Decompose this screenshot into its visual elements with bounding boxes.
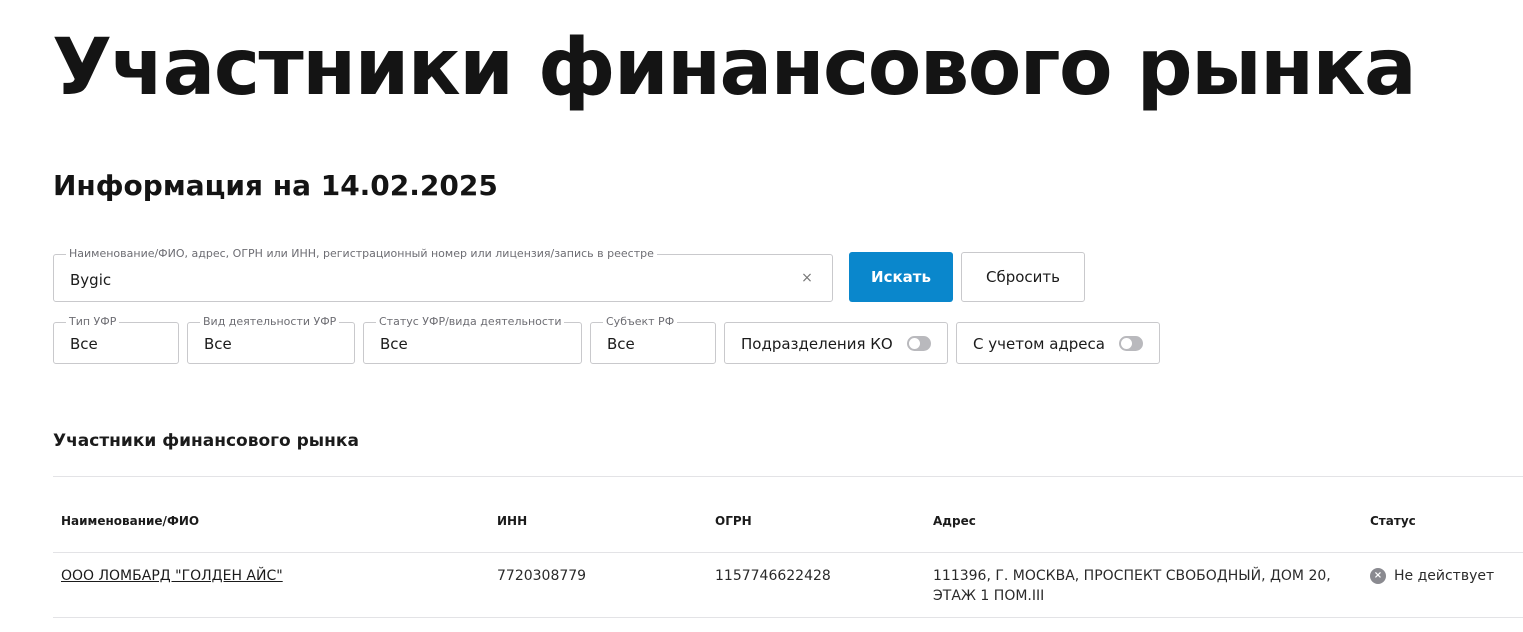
cell-inn: 7720308779: [497, 568, 587, 584]
filter-subject-value[interactable]: Все: [607, 334, 635, 354]
toggle-ko-branches[interactable]: Подразделения КО: [724, 322, 948, 364]
filter-activity-type-value[interactable]: Все: [204, 334, 232, 354]
column-header-name: Наименование/ФИО: [61, 514, 200, 528]
filter-status-value[interactable]: Все: [380, 334, 408, 354]
toggle-knob: [1121, 338, 1132, 349]
status-label: Не действует: [1394, 568, 1495, 584]
clear-icon[interactable]: ×: [800, 269, 814, 287]
status-inactive-icon: ×: [1370, 568, 1386, 584]
page-title: Участники финансового рынка: [52, 23, 1417, 113]
filter-ufr-type-value[interactable]: Все: [70, 334, 98, 354]
toggle-ko-branches-label: Подразделения КО: [741, 335, 893, 353]
search-field[interactable]: Наименование/ФИО, адрес, ОГРН или ИНН, р…: [53, 247, 833, 302]
cell-address: 111396, Г. МОСКВА, ПРОСПЕКТ СВОБОДНЫЙ, Д…: [933, 568, 1331, 604]
filter-ufr-type-label: Тип УФР: [66, 315, 120, 329]
search-input[interactable]: Bygic: [70, 270, 111, 290]
filter-status[interactable]: Статус УФР/вида деятельности Все: [363, 315, 582, 364]
filter-subject-label: Субъект РФ: [603, 315, 678, 329]
search-button[interactable]: Искать: [849, 252, 953, 302]
toggle-switch[interactable]: [907, 336, 931, 351]
filter-activity-type[interactable]: Вид деятельности УФР Все: [187, 315, 355, 364]
toggle-switch[interactable]: [1119, 336, 1143, 351]
filter-ufr-type[interactable]: Тип УФР Все: [53, 315, 179, 364]
column-header-status: Статус: [1370, 514, 1416, 528]
reset-button[interactable]: Сбросить: [961, 252, 1085, 302]
filter-activity-type-label: Вид деятельности УФР: [200, 315, 340, 329]
column-header-inn: ИНН: [497, 514, 528, 528]
search-field-label: Наименование/ФИО, адрес, ОГРН или ИНН, р…: [66, 247, 657, 261]
divider: [53, 617, 1523, 618]
toggle-address-label: С учетом адреса: [973, 335, 1105, 353]
column-header-address: Адрес: [933, 514, 976, 528]
divider: [53, 476, 1523, 477]
results-section-title: Участники финансового рынка: [53, 431, 359, 451]
filter-subject[interactable]: Субъект РФ Все: [590, 315, 716, 364]
cell-ogrn: 1157746622428: [715, 568, 831, 584]
column-header-ogrn: ОГРН: [715, 514, 752, 528]
cell-name: ООО ЛОМБАРД "ГОЛДЕН АЙС": [61, 566, 283, 586]
cell-status: × Не действует: [1370, 566, 1494, 586]
toggle-address[interactable]: С учетом адреса: [956, 322, 1160, 364]
divider: [53, 552, 1523, 553]
info-date-heading: Информация на 14.02.2025: [53, 169, 498, 202]
participant-link[interactable]: ООО ЛОМБАРД "ГОЛДЕН АЙС": [61, 568, 283, 584]
filter-status-label: Статус УФР/вида деятельности: [376, 315, 565, 329]
toggle-knob: [909, 338, 920, 349]
